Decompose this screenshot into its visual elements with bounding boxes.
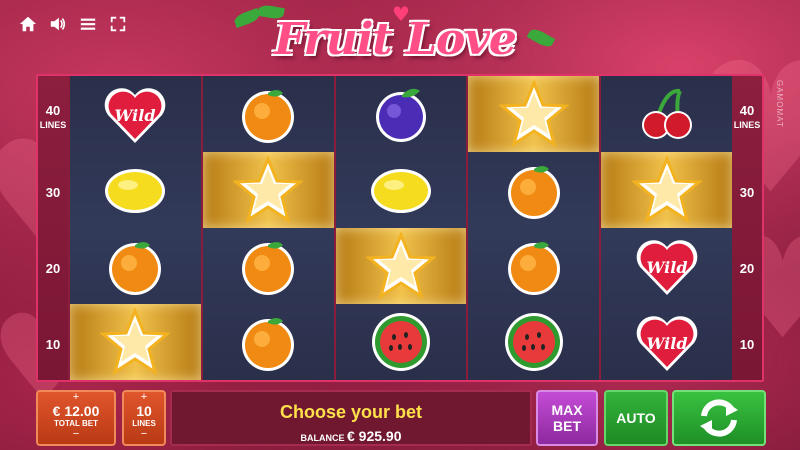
wild-icon: Wild: [636, 240, 697, 295]
orange-symbol: [468, 228, 599, 304]
reel: Wild: [70, 76, 201, 380]
wild-symbol: Wild: [601, 228, 732, 304]
line-marker: 40 LINES: [732, 104, 762, 132]
balance-display: BALANCE € 925.90: [172, 428, 530, 444]
status-message: Choose your bet: [279, 402, 422, 422]
line-marker: 30: [739, 185, 755, 200]
watermelon-icon: [371, 313, 430, 371]
orange-icon: [242, 318, 295, 371]
line-label: LINES: [39, 120, 67, 130]
lemon-icon: [370, 169, 431, 213]
lines-decrease-button[interactable]: −: [124, 429, 164, 440]
orange-symbol: [70, 228, 201, 304]
plum-symbol: [336, 76, 467, 152]
star-icon: [631, 155, 702, 224]
lemon-symbol: [70, 152, 201, 228]
control-panel: + € 12.00 TOTAL BET − + 10 LINES − Choos…: [36, 390, 766, 446]
reel: [202, 76, 334, 380]
reel: [468, 76, 600, 380]
star-symbol: [468, 76, 600, 152]
lines-indicator-left: 40 LINES 30 20 10: [38, 76, 68, 380]
star-symbol: [335, 228, 467, 304]
line-label: LINES: [733, 120, 761, 130]
total-bet-value: € 12.00: [52, 403, 100, 419]
reel-frame: 40 LINES 30 20 10 40 LINES 30 20 10 Wild Wi…: [36, 74, 764, 382]
logo-title: Fruit Love: [274, 14, 517, 65]
wild-icon: Wild: [105, 88, 166, 143]
orange-symbol: [203, 304, 334, 380]
lines-control: + 10 LINES −: [122, 390, 166, 446]
watermelon-symbol: [468, 304, 599, 380]
total-bet-decrease-button[interactable]: −: [38, 429, 114, 440]
reels-grid: Wild Wild Wild: [70, 76, 732, 380]
star-icon: [498, 79, 569, 148]
star-icon: [100, 307, 171, 376]
star-icon: [365, 231, 436, 300]
orange-icon: [507, 166, 560, 219]
lines-value: 10: [136, 403, 152, 419]
orange-icon: [242, 242, 295, 295]
line-marker: 10: [739, 337, 755, 352]
wild-symbol: Wild: [70, 76, 201, 152]
max-bet-label-line2: BET: [553, 418, 581, 434]
brand-label: GAMOMAT: [775, 80, 784, 128]
lines-indicator-right: 40 LINES 30 20 10: [732, 76, 762, 380]
lemon-symbol: [336, 152, 467, 228]
reel: [335, 76, 467, 380]
plum-icon: [375, 88, 426, 142]
watermelon-symbol: [336, 304, 467, 380]
total-bet-control: + € 12.00 TOTAL BET −: [36, 390, 116, 446]
orange-symbol: [468, 152, 599, 228]
star-symbol: [202, 152, 334, 228]
balance-label: BALANCE: [300, 433, 345, 443]
line-marker: 10: [45, 337, 61, 352]
svg-text:Wild: Wild: [646, 334, 687, 353]
spin-button[interactable]: [672, 390, 766, 446]
star-symbol: [70, 304, 201, 380]
svg-text:Wild: Wild: [646, 258, 687, 277]
line-number: 40: [739, 103, 755, 118]
svg-text:Wild: Wild: [115, 106, 156, 125]
line-marker: 40 LINES: [38, 104, 68, 132]
top-toolbar: [18, 14, 128, 34]
star-icon: [233, 155, 304, 224]
star-symbol: [601, 152, 732, 228]
reel: Wild Wild: [601, 76, 732, 380]
cherry-symbol: [601, 76, 732, 152]
max-bet-button[interactable]: MAX BET: [536, 390, 598, 446]
autoplay-button[interactable]: AUTO: [604, 390, 668, 446]
lemon-icon: [105, 169, 166, 213]
lines-increase-button[interactable]: +: [124, 392, 164, 403]
wild-icon: Wild: [636, 316, 697, 371]
menu-icon[interactable]: [78, 14, 98, 34]
line-marker: 20: [45, 261, 61, 276]
max-bet-label-line1: MAX: [551, 402, 583, 418]
watermelon-icon: [504, 313, 563, 371]
line-marker: 20: [739, 261, 755, 276]
message-panel: Choose your bet BALANCE € 925.90: [170, 390, 532, 446]
spin-arrows-icon: [700, 399, 738, 437]
line-number: 40: [45, 103, 61, 118]
orange-icon: [109, 242, 162, 295]
orange-symbol: [203, 76, 334, 152]
home-icon[interactable]: [18, 14, 38, 34]
orange-icon: [242, 90, 295, 143]
sound-icon[interactable]: [48, 14, 68, 34]
wild-symbol: Wild: [601, 304, 732, 380]
line-marker: 30: [45, 185, 61, 200]
total-bet-increase-button[interactable]: +: [38, 392, 114, 403]
orange-symbol: [203, 228, 334, 304]
game-logo: ♥ Fruit Love: [230, 2, 560, 68]
cherry-icon: [641, 88, 692, 139]
balance-value: € 925.90: [347, 428, 402, 444]
fullscreen-icon[interactable]: [108, 14, 128, 34]
orange-icon: [507, 242, 560, 295]
